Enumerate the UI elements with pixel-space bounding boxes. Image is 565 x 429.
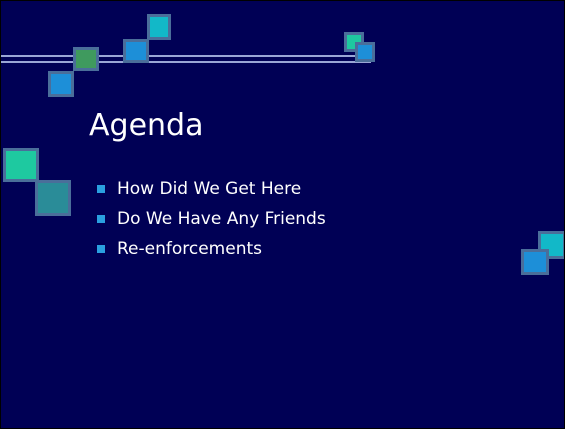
square-bullet-icon	[97, 245, 105, 253]
decor-square	[48, 71, 74, 97]
slide-title: Agenda	[89, 108, 204, 143]
bullet-text: Do We Have Any Friends	[117, 209, 326, 229]
decor-line-bottom	[1, 61, 371, 63]
list-item: How Did We Get Here	[97, 175, 326, 203]
decor-square	[3, 148, 39, 182]
decor-square	[521, 249, 549, 275]
decor-square	[123, 39, 149, 63]
decor-line-top	[1, 55, 371, 57]
decor-square	[73, 47, 99, 71]
square-bullet-icon	[97, 185, 105, 193]
decor-square	[147, 14, 171, 40]
list-item: Re-enforcements	[97, 235, 326, 263]
slide: Agenda How Did We Get Here Do We Have An…	[0, 0, 565, 429]
bullet-text: Re-enforcements	[117, 239, 262, 259]
bullet-list: How Did We Get Here Do We Have Any Frien…	[97, 175, 326, 265]
list-item: Do We Have Any Friends	[97, 205, 326, 233]
decor-square	[35, 180, 71, 216]
bullet-text: How Did We Get Here	[117, 179, 302, 199]
decor-square	[355, 42, 375, 62]
square-bullet-icon	[97, 215, 105, 223]
